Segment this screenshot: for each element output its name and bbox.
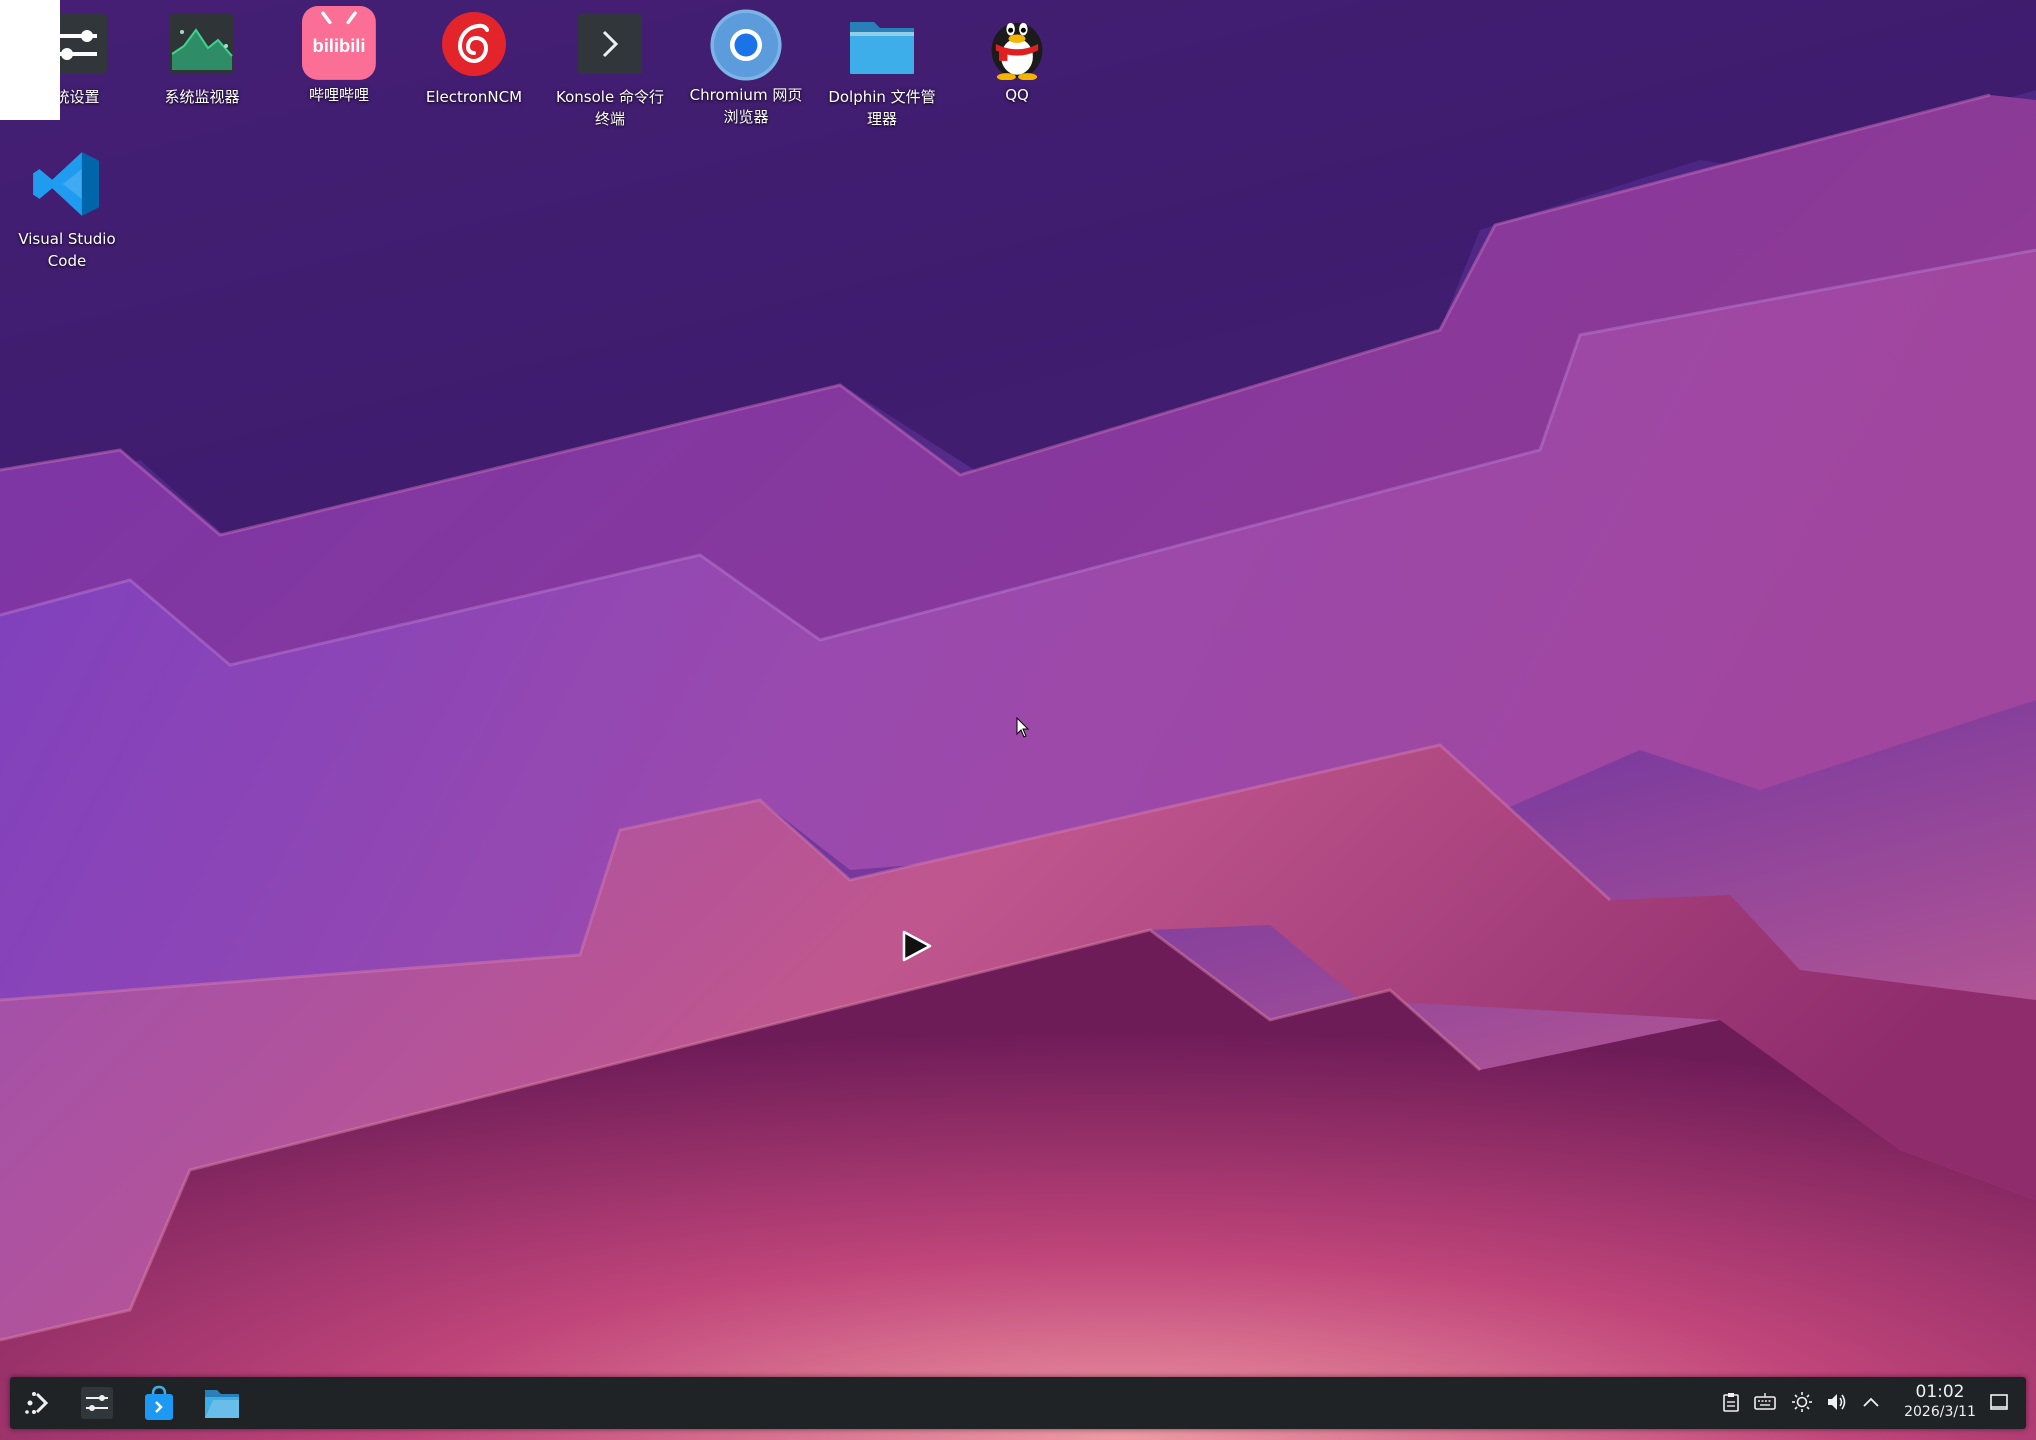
keyboard-icon[interactable] [1754, 1391, 1776, 1413]
clipboard-icon[interactable] [1720, 1391, 1742, 1413]
application-launcher-button[interactable] [18, 1382, 60, 1424]
folder-icon [850, 22, 914, 74]
application-launcher-icon [25, 1392, 49, 1414]
brightness-icon[interactable] [1791, 1391, 1813, 1413]
store-bag-icon [145, 1385, 173, 1420]
vscode-icon [33, 152, 99, 216]
desktop-icon-bilibili[interactable]: bilibili 哔哩哔哩 [274, 5, 404, 106]
overlay-white-block [0, 0, 60, 120]
desktop-icon-label: ElectronNCM [425, 88, 523, 106]
desktop-icon-vscode[interactable]: Visual Studio Code [2, 148, 132, 272]
terminal-icon [578, 14, 642, 74]
desktop-icon-label: QQ [1005, 86, 1029, 104]
desktop-icon-konsole[interactable]: Konsole 命令行 终端 [545, 10, 675, 130]
settings-sliders-icon [81, 1387, 113, 1419]
desktop-icon-label: Chromium 网页 浏览器 [689, 86, 803, 126]
bilibili-icon-text: bilibili [313, 35, 366, 56]
taskbar-file-manager[interactable] [201, 1382, 243, 1424]
show-desktop-icon[interactable] [1988, 1391, 2010, 1413]
digital-clock[interactable]: 01:02 2026/3/11 [1896, 1381, 1984, 1421]
chromium-icon [710, 9, 782, 81]
volume-icon[interactable] [1825, 1391, 1847, 1413]
desktop-icon-label: Konsole 命令行 终端 [556, 88, 664, 128]
taskbar-system-settings[interactable] [76, 1382, 118, 1424]
bilibili-icon: bilibili [301, 5, 376, 80]
qq-penguin-icon [991, 22, 1043, 80]
system-monitor-icon [170, 14, 234, 74]
clock-time: 01:02 [1915, 1382, 1965, 1402]
desktop-icon-label: 哔哩哔哩 [308, 86, 369, 104]
mouse-pointer-icon [1016, 717, 1030, 738]
desktop-icon-chromium[interactable]: Chromium 网页 浏览器 [681, 9, 811, 128]
netease-music-icon [442, 12, 506, 76]
cursor-arrow-icon [902, 930, 932, 962]
clock-date: 2026/3/11 [1904, 1404, 1976, 1420]
desktop-icon-qq[interactable]: QQ [952, 10, 1082, 106]
taskbar-panel: 01:02 2026/3/11 [10, 1377, 2026, 1429]
desktop-icon-dolphin[interactable]: Dolphin 文件管 理器 [817, 10, 947, 130]
desktop-icon-electron-ncm[interactable]: ElectronNCM [409, 10, 539, 108]
folder-icon [205, 1390, 239, 1418]
taskbar-discover-store[interactable] [138, 1382, 180, 1424]
desktop-icon-label: Dolphin 文件管 理器 [828, 88, 936, 128]
chevron-up-icon[interactable] [1860, 1391, 1882, 1413]
desktop-icon-label: 系统监视器 [164, 88, 240, 106]
desktop-icon-label: Visual Studio Code [18, 230, 116, 270]
desktop-icon-system-monitor[interactable]: 系统监视器 [137, 10, 267, 108]
